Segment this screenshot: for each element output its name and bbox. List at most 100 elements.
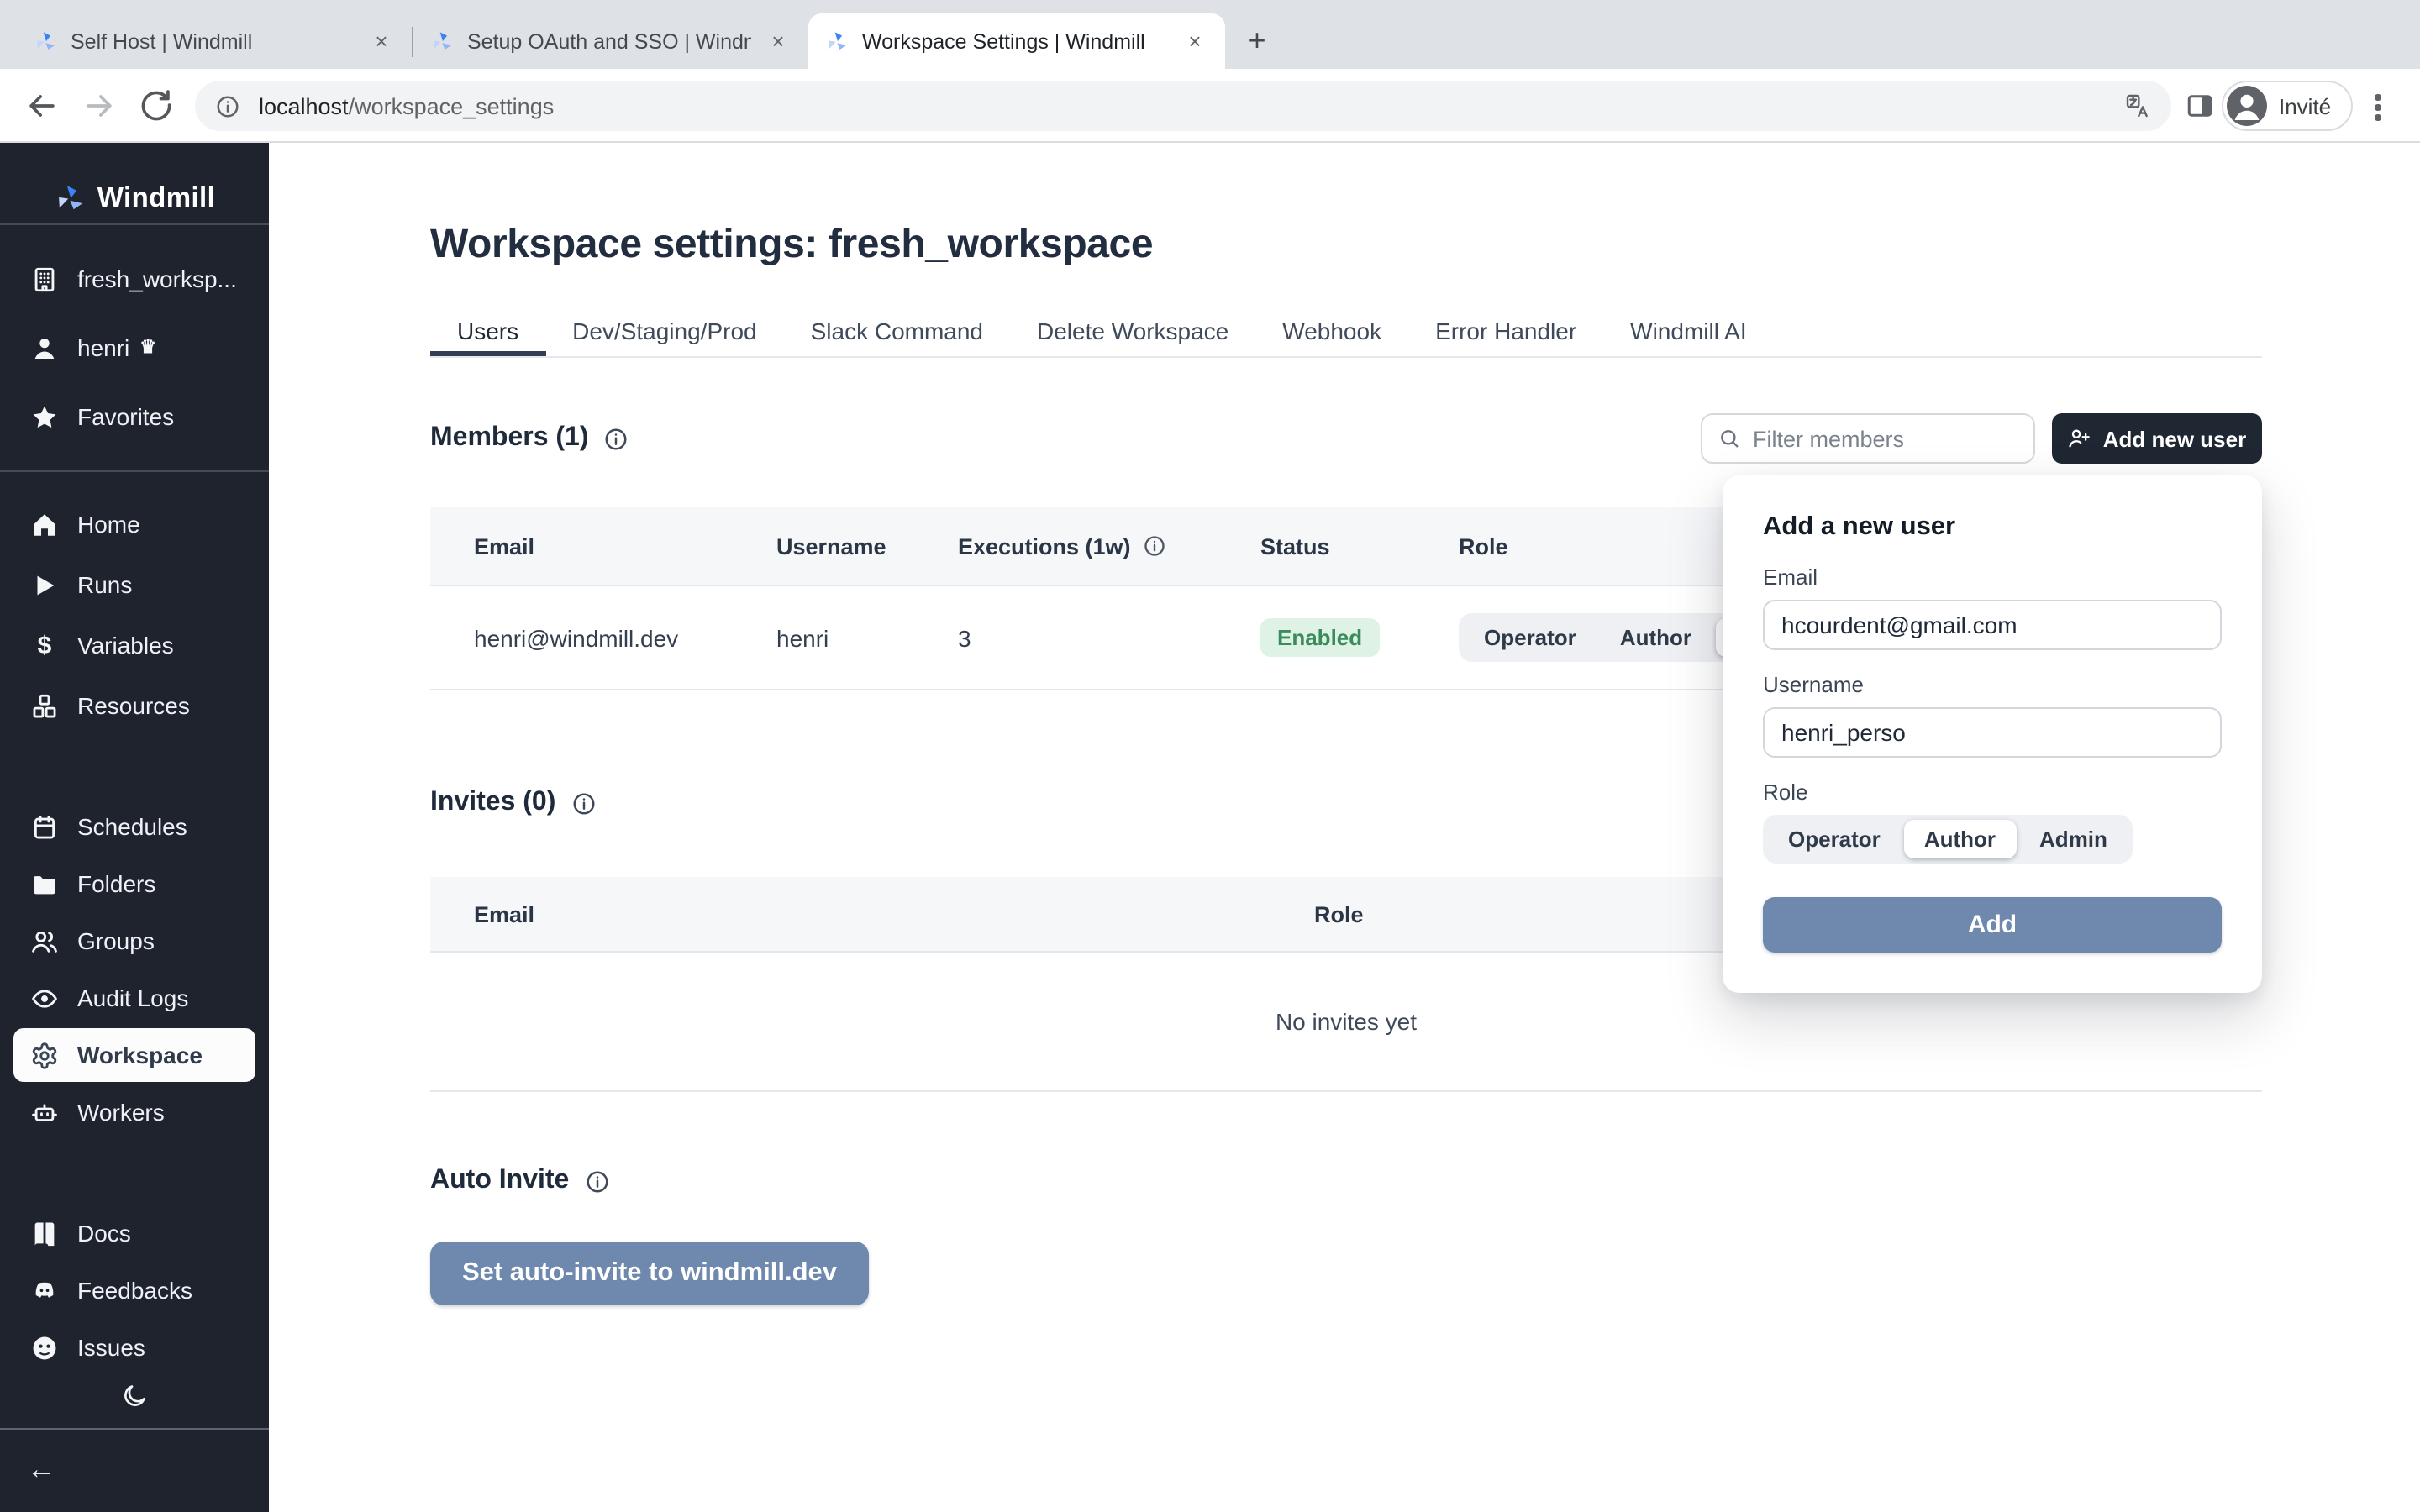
email-label: Email [1763,564,2222,590]
browser-tabbar: Self Host | Windmill×Setup OAuth and SSO… [0,0,2420,69]
tab-delete-workspace[interactable]: Delete Workspace [1010,306,1255,356]
forward-icon[interactable] [81,87,118,124]
sidebar-item-label: Feedbacks [77,1277,192,1304]
sidebar-item-folders[interactable]: Folders [13,857,255,911]
home-icon [30,510,59,538]
sidebar-item-issues[interactable]: Issues [13,1320,255,1374]
sidebar-item-home[interactable]: Home [13,497,255,551]
popup-role-operator[interactable]: Operator [1768,820,1901,858]
member-role-operator[interactable]: Operator [1464,618,1597,657]
url-host: localhost [259,93,349,118]
sidebar-item-docs[interactable]: Docs [13,1206,255,1260]
tab-windmill-ai[interactable]: Windmill AI [1603,306,1773,356]
sidebar-item-label: Runs [77,571,132,598]
members-info-icon[interactable] [604,426,629,451]
sidebar-group-manage: Schedules Folders GroupsAudit LogsWorkspac… [0,800,269,1142]
sidebar-item-fresh-worksp[interactable]: fresh_worksp... [13,252,255,306]
filter-members-input[interactable] [1753,426,2018,451]
user-icon [30,333,59,362]
member-status: Enabled [1260,618,1459,657]
column-header: Status [1260,533,1459,559]
sidebar-group-help: Docs Feedbacks Issues [0,1206,269,1378]
robot-icon [30,1098,59,1126]
popup-role-author[interactable]: Author [1904,820,2016,858]
discord-icon [30,1276,59,1305]
sidebar-item-feedbacks[interactable]: Feedbacks [13,1263,255,1317]
tab-webhook[interactable]: Webhook [1255,306,1408,356]
dark-mode-toggle[interactable] [0,1383,269,1410]
windmill-favicon-icon [825,29,849,53]
url-field[interactable]: localhost/workspace_settings [195,81,2171,131]
moon-icon [121,1383,148,1410]
column-label: Role [1459,533,1508,559]
dollar-icon: $ [30,631,59,659]
auto-invite-section-head: Auto Invite [430,1163,609,1200]
browser-tab[interactable]: Setup OAuth and SSO | Windm× [413,13,808,69]
member-role-author[interactable]: Author [1600,618,1712,657]
popup-add-button[interactable]: Add [1763,897,2222,953]
browser-menu-icon[interactable] [2375,94,2381,120]
sidebar-item-variables[interactable]: $Variables [13,618,255,672]
main-content: Workspace settings: fresh_workspace User… [269,143,2420,1512]
sidebar-item-label: Home [77,511,140,538]
tab-error-handler[interactable]: Error Handler [1408,306,1603,356]
sidebar-item-workers[interactable]: Workers [13,1085,255,1139]
sidebar-item-label: Resources [77,692,190,719]
sidebar-item-groups[interactable]: Groups [13,914,255,968]
new-tab-button[interactable]: + [1237,20,1277,60]
eye-icon [30,984,59,1012]
username-field[interactable] [1763,707,2222,758]
app-window: Windmill fresh_worksp...henri♛Favorites … [0,143,2420,1512]
sidebar-item-resources[interactable]: Resources [13,679,255,732]
side-panel-icon[interactable] [2185,91,2215,121]
sidebar-group-workspace: fresh_worksp... henri♛ Favorites [0,252,269,459]
column-info-icon[interactable] [1143,534,1166,558]
sidebar-item-workspace[interactable]: Workspace [13,1028,255,1082]
member-executions: 3 [958,624,1260,651]
member-email: henri@windmill.dev [474,624,776,651]
sidebar-item-favorites[interactable]: Favorites [13,390,255,444]
settings-tabs: UsersDev/Staging/ProdSlack CommandDelete… [430,306,2262,358]
sidebar-item-henri[interactable]: henri♛ [13,321,255,375]
book-icon [30,1219,59,1247]
browser-profile-button[interactable]: Invité [2222,81,2353,131]
sidebar-item-label: Folders [77,870,155,897]
invites-section-head: Invites (0) [430,785,596,822]
windmill-brand[interactable]: Windmill [0,178,269,218]
tab-strip: Self Host | Windmill×Setup OAuth and SSO… [17,13,1225,69]
add-user-popup: Add a new user Email Username Role Opera… [1723,475,2262,993]
popup-role-admin[interactable]: Admin [2019,820,2128,858]
reload-icon[interactable] [138,87,175,124]
email-field[interactable] [1763,600,2222,650]
sidebar-item-runs[interactable]: Runs [13,558,255,612]
invites-info-icon[interactable] [571,790,596,816]
page-title: Workspace settings: fresh_workspace [430,222,1153,269]
collapse-sidebar-icon[interactable]: ← [27,1453,55,1487]
sidebar-divider [0,1428,269,1430]
sidebar-item-audit-logs[interactable]: Audit Logs [13,971,255,1025]
popup-role-segmented: OperatorAuthorAdmin [1763,815,2133,864]
auto-invite-info-icon[interactable] [584,1168,609,1194]
avatar [2227,86,2267,126]
brand-name: Windmill [97,182,215,214]
tab-title: Self Host | Windmill [71,29,355,53]
tab-close-icon[interactable]: × [1181,28,1208,55]
column-header: Email [474,533,776,559]
page-info-icon[interactable] [215,93,240,118]
tab-dev-staging-prod[interactable]: Dev/Staging/Prod [545,306,783,356]
tab-close-icon[interactable]: × [368,28,395,55]
tab-users[interactable]: Users [430,306,545,356]
back-icon[interactable] [24,87,60,124]
sidebar-item-label: Favorites [77,403,174,430]
sidebar-item-schedules[interactable]: Schedules [13,800,255,853]
browser-tab[interactable]: Workspace Settings | Windmill× [808,13,1225,69]
translate-icon[interactable] [2124,92,2151,119]
column-header: Email [474,901,1314,927]
tab-slack-command[interactable]: Slack Command [784,306,1010,356]
tab-close-icon[interactable]: × [765,28,792,55]
add-new-user-button[interactable]: Add new user [2052,413,2262,464]
sidebar: Windmill fresh_worksp...henri♛Favorites … [0,143,269,1512]
column-header: Username [776,533,958,559]
browser-tab[interactable]: Self Host | Windmill × [17,13,412,69]
set-auto-invite-button[interactable]: Set auto-invite to windmill.dev [430,1242,869,1305]
